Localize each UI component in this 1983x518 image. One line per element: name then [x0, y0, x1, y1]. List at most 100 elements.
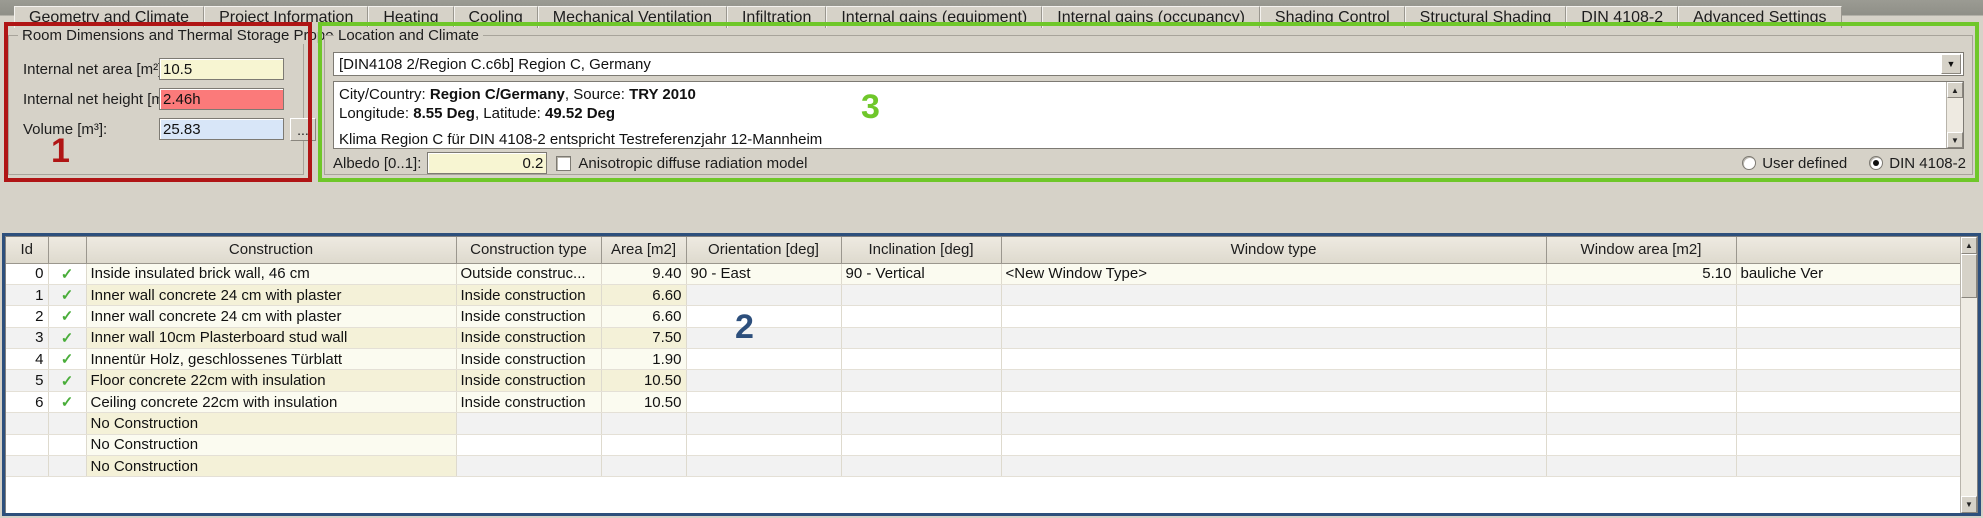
column-header-area-m2[interactable]: Area [m2]	[601, 237, 687, 264]
cell-construction[interactable]: Inside insulated brick wall, 46 cm	[86, 263, 457, 285]
cell-orientation[interactable]	[686, 284, 842, 307]
scroll-down-icon[interactable]: ▼	[1947, 132, 1963, 148]
cell-window_area[interactable]	[1546, 434, 1737, 457]
cell-id[interactable]	[6, 412, 49, 435]
cell-extra[interactable]	[1736, 305, 1960, 328]
cell-orientation[interactable]	[686, 348, 842, 371]
cell-area[interactable]	[601, 455, 687, 478]
albedo-input[interactable]	[427, 152, 548, 174]
cell-window_area[interactable]: 5.10	[1546, 263, 1737, 285]
cell-construction[interactable]: Ceiling concrete 22cm with insulation	[86, 391, 457, 414]
cell-construction[interactable]: No Construction	[86, 455, 457, 478]
tab-advanced-settings[interactable]: Advanced Settings	[1678, 6, 1842, 28]
tab-structural-shading[interactable]: Structural Shading	[1404, 6, 1567, 28]
cell-id[interactable]: 6	[6, 391, 49, 414]
cell-id[interactable]: 2	[6, 305, 49, 328]
table-row[interactable]: No Construction	[6, 455, 1960, 478]
volume-input[interactable]	[159, 118, 284, 140]
cell-check[interactable]: ✓	[48, 327, 87, 350]
cell-check[interactable]: ✓	[48, 305, 87, 328]
cell-window_area[interactable]	[1546, 412, 1737, 435]
column-header-blank-9[interactable]	[1736, 237, 1960, 264]
cell-orientation[interactable]	[686, 369, 842, 392]
cell-extra[interactable]	[1736, 284, 1960, 307]
grid-scroll-thumb[interactable]	[1961, 254, 1977, 298]
cell-window_type[interactable]	[1001, 455, 1547, 478]
cell-type[interactable]: Inside construction	[456, 327, 602, 350]
cell-inclination[interactable]	[841, 305, 1002, 328]
cell-extra[interactable]	[1736, 455, 1960, 478]
cell-construction[interactable]: Inner wall 10cm Plasterboard stud wall	[86, 327, 457, 350]
column-header-construction[interactable]: Construction	[86, 237, 457, 264]
cell-inclination[interactable]	[841, 284, 1002, 307]
cell-construction[interactable]: Innentür Holz, geschlossenes Türblatt	[86, 348, 457, 371]
tab-shading-control[interactable]: Shading Control	[1259, 6, 1405, 28]
table-row[interactable]: 5 ✓ Floor concrete 22cm with insulation Ins…	[6, 369, 1960, 392]
cell-id[interactable]: 0	[6, 263, 49, 285]
anisotropic-checkbox[interactable]	[556, 155, 572, 171]
cell-orientation[interactable]	[686, 391, 842, 414]
cell-area[interactable]: 10.50	[601, 369, 687, 392]
cell-window_type[interactable]	[1001, 284, 1547, 307]
cell-check[interactable]: ✓	[48, 284, 87, 307]
table-row[interactable]: 4 ✓ Innentür Holz, geschlossenes Türblatt I…	[6, 348, 1960, 371]
cell-window_type[interactable]	[1001, 327, 1547, 350]
cell-orientation[interactable]: 90 - East	[686, 263, 842, 285]
table-row[interactable]: 0 ✓ Inside insulated brick wall, 46 cm Outs…	[6, 263, 1960, 285]
cell-orientation[interactable]	[686, 305, 842, 328]
cell-area[interactable]: 6.60	[601, 284, 687, 307]
cell-check[interactable]: ✓	[48, 263, 87, 285]
radio-din-4108-2-dot[interactable]	[1869, 156, 1884, 170]
cell-id[interactable]	[6, 455, 49, 478]
cell-extra[interactable]	[1736, 434, 1960, 457]
cell-window_type[interactable]	[1001, 391, 1547, 414]
cell-area[interactable]: 9.40	[601, 263, 687, 285]
grid-scroll-up-icon[interactable]: ▲	[1961, 237, 1977, 254]
tab-mechanical-ventilation[interactable]: Mechanical Ventilation	[537, 6, 727, 28]
table-row[interactable]: 1 ✓ Inner wall concrete 24 cm with plaster…	[6, 284, 1960, 307]
grid-vertical-scrollbar[interactable]: ▲ ▼	[1960, 237, 1977, 513]
cell-extra[interactable]	[1736, 327, 1960, 350]
tab-project-information[interactable]: Project Information	[204, 6, 369, 28]
cell-check[interactable]	[48, 455, 87, 478]
cell-type[interactable]	[456, 455, 602, 478]
grid-scroll-down-icon[interactable]: ▼	[1961, 496, 1977, 513]
cell-inclination[interactable]	[841, 391, 1002, 414]
cell-type[interactable]: Inside construction	[456, 284, 602, 307]
cell-orientation[interactable]	[686, 412, 842, 435]
cell-window_area[interactable]	[1546, 348, 1737, 371]
column-header-inclination-deg[interactable]: Inclination [deg]	[841, 237, 1002, 264]
cell-inclination[interactable]	[841, 455, 1002, 478]
cell-inclination[interactable]: 90 - Vertical	[841, 263, 1002, 285]
cell-extra[interactable]: bauliche Ver	[1736, 263, 1960, 285]
cell-type[interactable]	[456, 434, 602, 457]
cell-inclination[interactable]	[841, 412, 1002, 435]
cell-window_area[interactable]	[1546, 369, 1737, 392]
volume-browse-button[interactable]: ...	[290, 117, 316, 141]
cell-type[interactable]: Inside construction	[456, 391, 602, 414]
column-header-blank-1[interactable]	[48, 237, 87, 264]
cell-check[interactable]: ✓	[48, 391, 87, 414]
cell-area[interactable]: 7.50	[601, 327, 687, 350]
table-row[interactable]: No Construction	[6, 434, 1960, 457]
cell-window_area[interactable]	[1546, 327, 1737, 350]
cell-type[interactable]	[456, 412, 602, 435]
cell-window_type[interactable]: <New Window Type>	[1001, 263, 1547, 285]
cell-construction[interactable]: Floor concrete 22cm with insulation	[86, 369, 457, 392]
cell-window_type[interactable]	[1001, 369, 1547, 392]
cell-extra[interactable]	[1736, 369, 1960, 392]
cell-check[interactable]: ✓	[48, 348, 87, 371]
cell-construction[interactable]: Inner wall concrete 24 cm with plaster	[86, 284, 457, 307]
tab-infiltration[interactable]: Infiltration	[726, 6, 827, 28]
cell-window_area[interactable]	[1546, 455, 1737, 478]
cell-id[interactable]: 4	[6, 348, 49, 371]
table-row[interactable]: 2 ✓ Inner wall concrete 24 cm with plaster…	[6, 305, 1960, 328]
climate-info-scrollbar[interactable]: ▲ ▼	[1946, 82, 1963, 148]
cell-window_area[interactable]	[1546, 284, 1737, 307]
cell-check[interactable]	[48, 412, 87, 435]
cell-orientation[interactable]	[686, 327, 842, 350]
radio-user-defined[interactable]: User defined	[1742, 155, 1847, 172]
tab-heating[interactable]: Heating	[368, 6, 454, 28]
cell-orientation[interactable]	[686, 434, 842, 457]
cell-window_area[interactable]	[1546, 305, 1737, 328]
